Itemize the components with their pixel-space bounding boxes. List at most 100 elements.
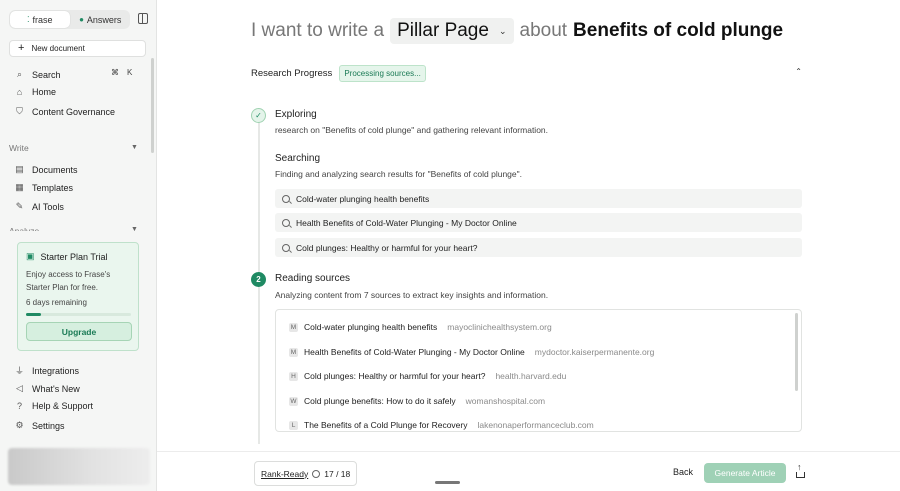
sidebar-item-ai-tools[interactable]: ✎ AI Tools [15,201,64,212]
favicon-icon: W [289,396,298,406]
sidebar-collapse-icon[interactable] [138,13,148,24]
tab-answers[interactable]: ● Answers [71,10,131,29]
sidebar-item-settings[interactable]: ⚙ Settings [15,420,64,431]
source-item[interactable]: M Health Benefits of Cold-Water Plunging… [289,347,654,357]
gear-icon: ⚙ [15,420,24,430]
rank-ready-indicator[interactable]: Rank-Ready 17 / 18 [254,461,358,486]
trial-card: ▣ Starter Plan Trial Enjoy access to Fra… [17,242,139,351]
search-icon: ⌕ [16,69,23,79]
sidebar-item-documents[interactable]: ▤ Documents [15,164,77,175]
source-item[interactable]: M Cold-water plunging health benefits ma… [289,322,552,332]
source-item[interactable]: H Cold plunges: Healthy or harmful for y… [289,371,566,381]
sidebar-item-content-governance[interactable]: ⛉ Content Governance [15,106,115,117]
sources-scrollbar[interactable] [795,313,798,391]
chevron-down-icon[interactable]: ▼ [131,226,138,231]
sidebar-item-integrations[interactable]: ⏚ Integrations [15,364,79,377]
trial-days-remaining: 6 days remaining [26,298,87,307]
source-domain: health.harvard.edu [495,371,567,381]
rank-ready-count: 17 / 18 [324,468,351,479]
source-title: Cold plunge benefits: How to do it safel… [304,396,456,406]
favicon-icon: L [289,420,298,430]
research-progress-header[interactable]: Research Progress Processing sources... … [251,64,802,82]
source-item[interactable]: W Cold plunge benefits: How to do it saf… [289,396,545,406]
shield-icon: ⛉ [16,106,23,116]
tab-answers-label: Answers [86,14,122,25]
search-icon [282,218,290,227]
sidebar-item-label: Search [32,69,61,80]
trial-progress-fill [26,313,41,316]
favicon-icon: H [289,371,298,381]
sidebar: ⁚ frase ● Answers + New document ⌕ Searc… [0,0,157,491]
sidebar-item-label: Content Governance [32,106,116,117]
favicon-icon: M [289,322,298,332]
sidebar-item-label: What's New [32,383,80,394]
search-query-item: Cold-water plunging health benefits [275,189,802,208]
search-icon [282,194,290,203]
gift-icon: ▣ [26,251,35,261]
document-icon: ▤ [15,164,24,174]
chevron-up-icon[interactable]: ⌃ [795,67,802,76]
shortcut-mod: ⌘ [111,68,119,77]
answers-icon: ● [79,15,84,24]
source-title: The Benefits of a Cold Plunge for Recove… [304,420,468,430]
sidebar-scrollbar[interactable] [151,58,154,153]
content-type-value: Pillar Page [397,20,489,41]
source-item[interactable]: L The Benefits of a Cold Plunge for Reco… [289,420,594,430]
step-searching-title: Searching [275,153,321,164]
tab-frase-label: frase [32,14,53,25]
step-reading-desc: Analyzing content from 7 sources to extr… [275,290,549,300]
generate-article-button[interactable]: Generate Article [704,463,786,483]
headline-topic: Benefits of cold plunge [573,20,784,41]
sidebar-item-help[interactable]: ? Help & Support [15,401,93,411]
sidebar-item-label: Home [32,87,57,97]
clock-icon [312,469,321,478]
step-searching-desc: Finding and analyzing search results for… [275,169,523,179]
new-document-button[interactable]: + New document [9,40,146,57]
sidebar-item-label: AI Tools [32,201,64,212]
chevron-down-icon[interactable]: ▼ [131,144,138,151]
upgrade-button[interactable]: Upgrade [26,322,132,341]
trial-progress-bar [26,313,131,316]
sidebar-item-whats-new[interactable]: ◁ What's New [15,383,80,394]
home-icon: ⌂ [16,87,23,97]
help-icon: ? [16,401,22,411]
content-type-select[interactable]: Pillar Page ⌄ [390,18,514,44]
sidebar-item-search[interactable]: ⌕ Search [15,69,61,80]
check-icon: ✓ [251,108,266,123]
sidebar-item-home[interactable]: ⌂ Home [15,87,56,97]
research-progress-title: Research Progress [251,67,333,79]
step-reading-title: Reading sources [275,273,351,284]
section-write: Write [9,143,29,153]
page-title: I want to write a Pillar Page ⌄ about Be… [251,18,783,44]
favicon-icon: M [289,347,298,357]
sidebar-item-templates[interactable]: ▦ Templates [15,182,73,193]
app-switcher: ⁚ frase ● Answers [9,10,130,29]
share-icon[interactable]: ↑ [795,463,806,478]
query-text: Cold plunges: Healthy or harmful for you… [296,242,478,253]
tab-frase[interactable]: ⁚ frase [10,11,70,28]
sidebar-item-label: Help & Support [32,401,94,411]
status-badge: Processing sources... [339,64,426,82]
step-exploring-title: Exploring [275,109,317,120]
section-analyze: Analyze [9,226,40,231]
chevron-down-icon: ⌄ [498,25,507,36]
source-title: Cold-water plunging health benefits [304,322,438,332]
search-icon [282,243,290,252]
megaphone-icon: ◁ [16,383,23,393]
query-text: Health Benefits of Cold-Water Plunging -… [296,217,517,228]
magic-wand-icon: ✎ [15,201,24,211]
new-document-label: New document [31,44,85,53]
trial-text: Enjoy access to Frase's Starter Plan for… [26,270,111,292]
source-domain: lakenonaperformanceclub.com [477,420,594,430]
user-profile[interactable] [8,448,150,485]
headline-middle: about [519,20,568,41]
source-domain: mayoclinichealthsystem.org [447,322,552,332]
sources-list: M Cold-water plunging health benefits ma… [275,309,802,432]
source-title: Health Benefits of Cold-Water Plunging -… [304,347,525,357]
source-title: Cold plunges: Healthy or harmful for you… [304,371,486,381]
drag-handle[interactable] [435,481,460,484]
frase-logo-icon: ⁚ [26,15,30,24]
bottom-toolbar: Rank-Ready 17 / 18 Back Generate Article… [157,451,900,491]
back-button[interactable]: Back [673,467,693,477]
step-number-badge: 2 [251,272,266,287]
